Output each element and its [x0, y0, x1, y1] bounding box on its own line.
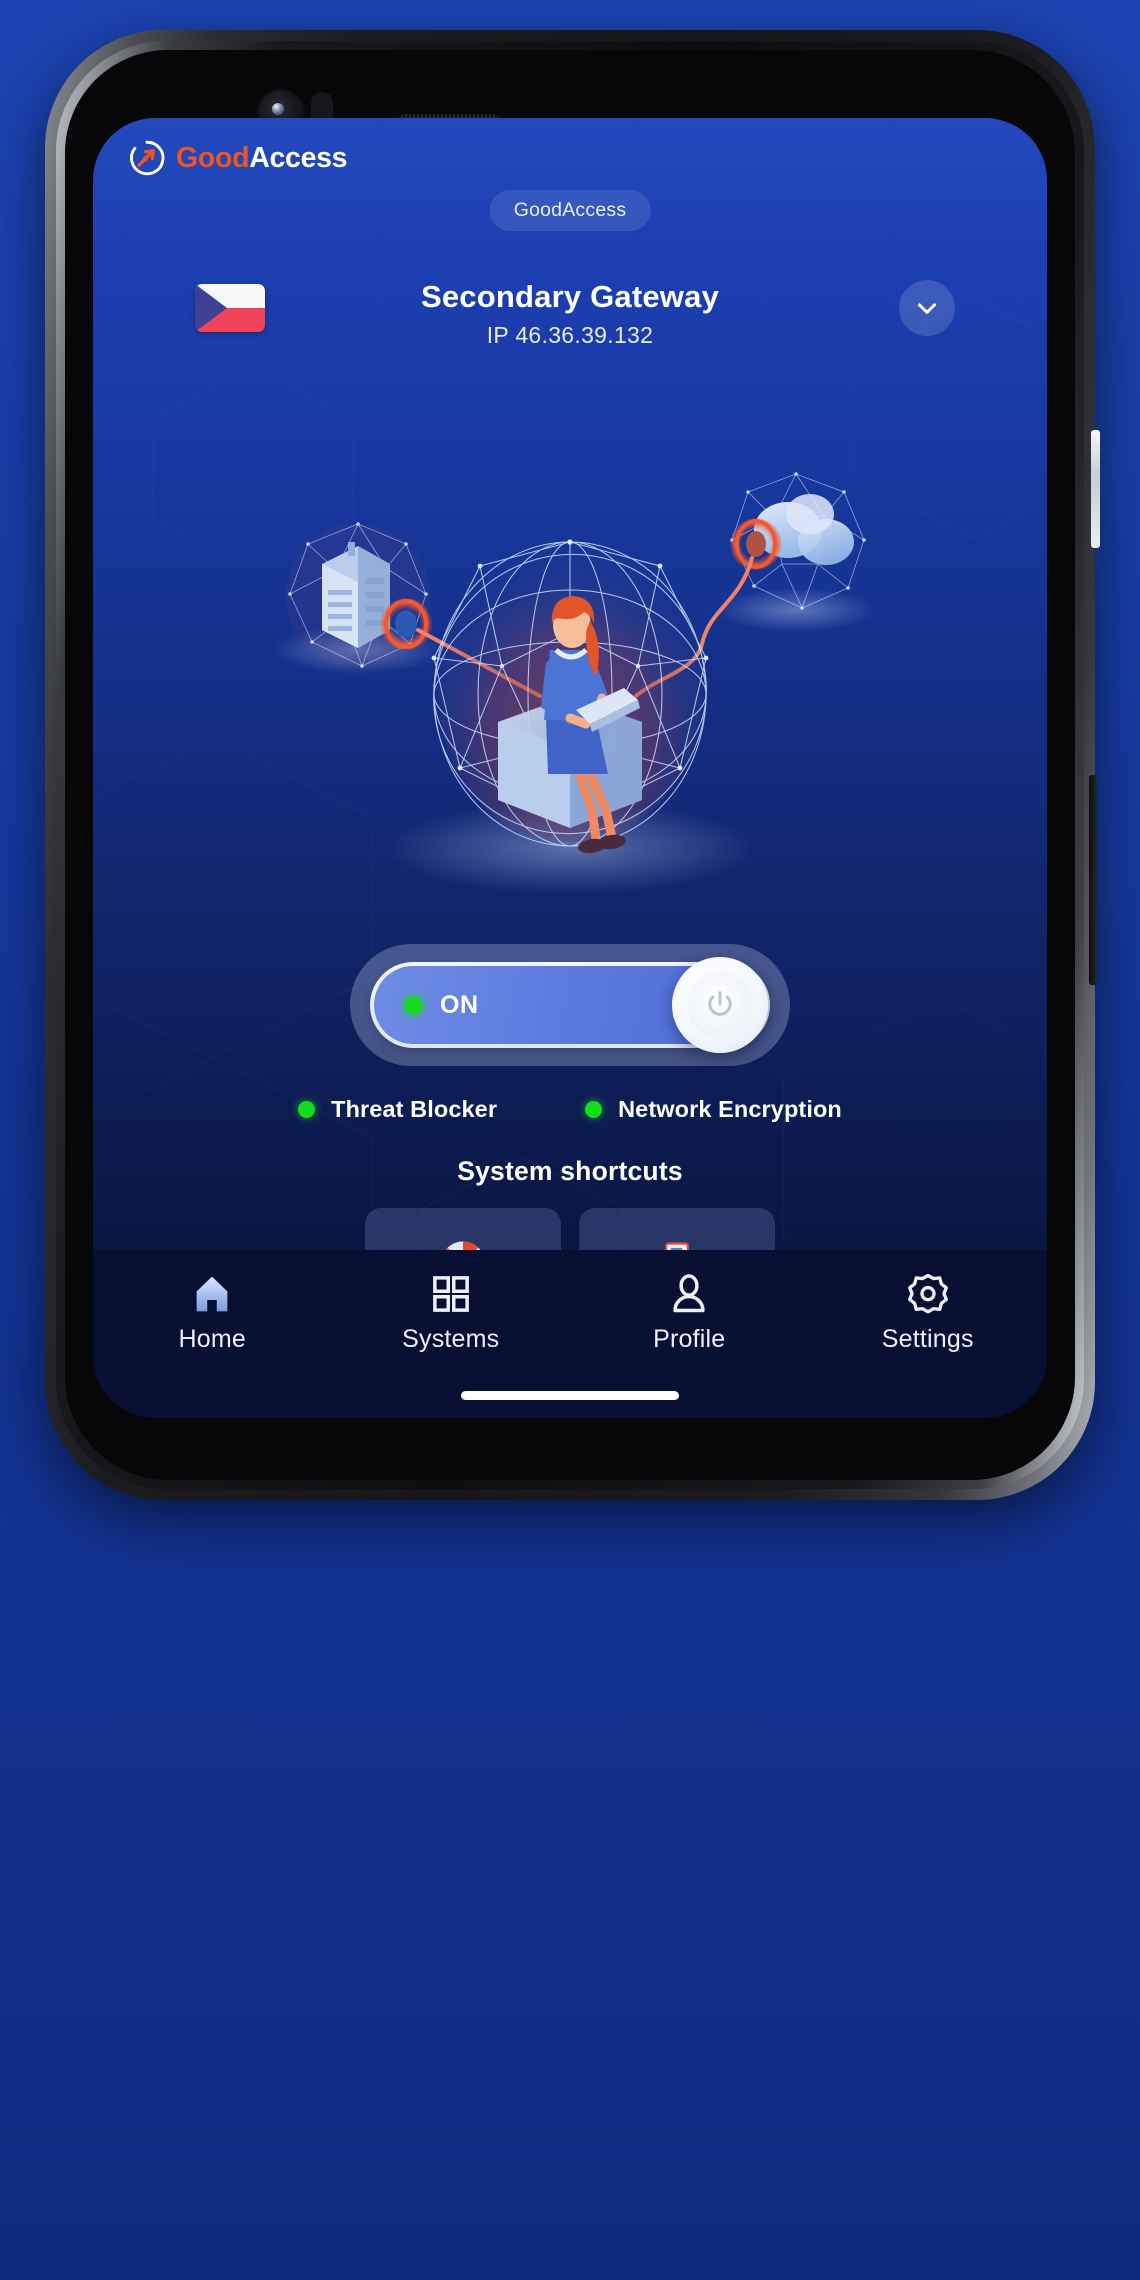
chevron-down-icon [918, 303, 936, 314]
threat-blocker-status-dot-icon [298, 1101, 316, 1118]
app-pill-badge[interactable]: GoodAccess [489, 190, 651, 231]
czech-republic-flag-icon [195, 284, 265, 332]
vpn-toggle-knob[interactable] [672, 957, 768, 1053]
vpn-toggle-knob-ring [687, 972, 753, 1038]
vpn-toggle[interactable]: ON [350, 944, 790, 1066]
vpn-toggle-inner: ON [370, 957, 770, 1053]
gateway-name: Secondary Gateway [420, 279, 720, 314]
threat-blocker-label: Threat Blocker [331, 1096, 498, 1122]
nav-label-systems: Systems [402, 1325, 500, 1353]
app-root: GoodAccess GoodAccess Secondary Gateway … [93, 118, 1047, 1418]
nav-label-settings: Settings [881, 1325, 974, 1353]
nav-item-settings[interactable]: Settings [848, 1272, 1008, 1354]
gateway-ip: IP 46.36.39.132 [486, 322, 654, 348]
system-shortcuts-title: System shortcuts [457, 1156, 683, 1186]
secure-network-illustration [272, 472, 876, 894]
person-icon [673, 1274, 705, 1313]
goodaccess-compass-icon [130, 140, 165, 176]
feature-status-row: Threat Blocker Network Encryption [93, 1096, 1047, 1123]
home-indicator[interactable] [461, 1391, 679, 1400]
vpn-toggle-track: ON [374, 957, 768, 1053]
nav-label-home: Home [178, 1325, 246, 1353]
brand-name-first: Good [176, 141, 250, 174]
network-encryption-status-dot-icon [585, 1101, 603, 1118]
brand-name: GoodAccess [176, 141, 348, 174]
power-icon [708, 991, 732, 1016]
bottom-navigation-bar: Home Systems Profile Settings [93, 1250, 1047, 1418]
status-threat-blocker[interactable]: Threat Blocker [298, 1096, 497, 1123]
phone-device: GoodAccess GoodAccess Secondary Gateway … [45, 30, 1100, 1500]
phone-screen: GoodAccess GoodAccess Secondary Gateway … [93, 118, 1047, 1418]
network-encryption-label: Network Encryption [618, 1096, 842, 1122]
gateway-row: Secondary Gateway IP 46.36.39.132 [93, 270, 1047, 358]
home-icon [196, 1276, 228, 1312]
nav-label-profile: Profile [653, 1325, 726, 1353]
gateway-dropdown-button[interactable] [899, 280, 955, 336]
nav-item-systems[interactable]: Systems [371, 1272, 531, 1354]
vpn-toggle-label: ON [440, 990, 479, 1019]
vpn-status-dot-icon [404, 995, 423, 1015]
grid-icon [432, 1276, 469, 1312]
power-side-button[interactable] [1091, 430, 1100, 548]
brand-bar: GoodAccess [129, 140, 348, 176]
volume-side-button[interactable] [1089, 775, 1097, 985]
brand-name-second: Access [249, 141, 348, 174]
status-network-encryption[interactable]: Network Encryption [585, 1096, 842, 1123]
gateway-info[interactable]: Secondary Gateway IP 46.36.39.132 [421, 279, 719, 349]
gear-icon [907, 1273, 948, 1314]
nav-item-home[interactable]: Home [132, 1272, 292, 1354]
nav-item-profile[interactable]: Profile [609, 1272, 769, 1354]
